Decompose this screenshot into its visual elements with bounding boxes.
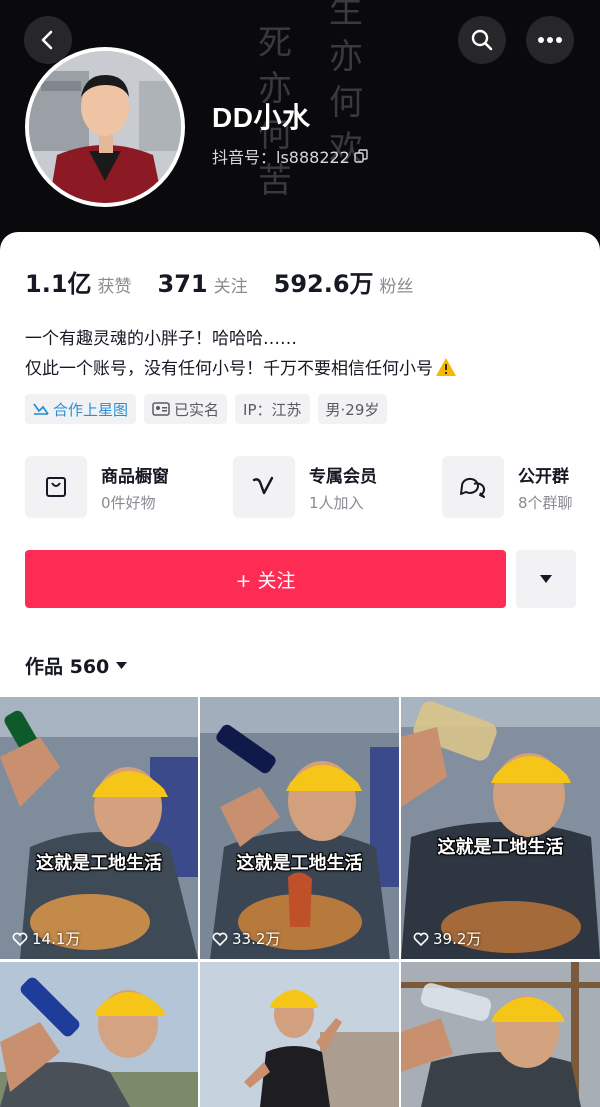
video-tile[interactable]: 这就是工地生活 14.1万 xyxy=(0,697,198,959)
works-grid: 这就是工地生活 14.1万 这就是工地生活 33.2万 这就是工地生活 39.2… xyxy=(0,697,600,1107)
avatar-photo xyxy=(29,51,181,203)
copy-icon[interactable] xyxy=(354,149,368,163)
douyin-id[interactable]: 抖音号：ls888222 xyxy=(212,144,368,168)
svc-icon-box xyxy=(442,456,504,518)
ip-location-tag: IP：江苏 xyxy=(235,394,310,424)
video-likes: 33.2万 xyxy=(212,928,280,949)
profile-header: 死 亦 何 苦 生 亦 何 欢 DD小水 抖音号：ls888222 xyxy=(0,0,600,250)
video-likes: 39.2万 xyxy=(413,928,481,949)
likes-label[interactable]: 获赞 xyxy=(98,272,132,297)
profile-tags: 合作上星图 已实名 IP：江苏 男·29岁 xyxy=(25,394,388,424)
more-dots-icon xyxy=(538,37,562,43)
works-tab-label: 作品 560 xyxy=(25,656,110,678)
services-row: 商品橱窗 0件好物 专属会员 1人加入 公开群 8个群聊 xyxy=(25,456,585,522)
shop-window-entry[interactable]: 商品橱窗 0件好物 xyxy=(25,456,169,518)
service-subtitle: 0件好物 xyxy=(101,493,156,512)
video-thumbnail xyxy=(401,962,600,1107)
video-likes: 14.1万 xyxy=(12,928,80,949)
public-group-entry[interactable]: 公开群 8个群聊 xyxy=(442,456,573,518)
heart-outline-icon xyxy=(12,932,28,946)
chat-bubbles-icon xyxy=(460,477,486,498)
douyin-id-text: 抖音号：ls888222 xyxy=(212,148,350,167)
likes-count[interactable]: 1.1亿 xyxy=(25,264,92,299)
following-count[interactable]: 371 xyxy=(158,270,208,298)
video-tile[interactable] xyxy=(401,962,600,1107)
star-map-icon xyxy=(33,403,49,415)
heart-outline-icon xyxy=(413,932,429,946)
stats-row: 1.1亿 获赞 371 关注 592.6万 粉丝 xyxy=(25,264,440,299)
service-title: 公开群 xyxy=(518,466,569,487)
svc-icon-box xyxy=(233,456,295,518)
chevron-left-icon xyxy=(41,30,53,50)
followers-count[interactable]: 592.6万 xyxy=(274,264,374,299)
video-thumbnail xyxy=(0,697,198,959)
video-thumbnail xyxy=(200,697,399,959)
video-tile[interactable]: 这就是工地生活 39.2万 xyxy=(401,697,600,959)
followers-label[interactable]: 粉丝 xyxy=(380,272,414,297)
works-tab[interactable]: 作品 560 xyxy=(25,652,128,679)
video-thumbnail xyxy=(200,962,399,1107)
gender-age-tag: 男·29岁 xyxy=(317,394,388,424)
follow-label: + 关注 xyxy=(235,569,296,592)
svc-icon-box xyxy=(25,456,87,518)
bio-line-2: 仅此一个账号，没有任何小号！千万不要相信任何小号 xyxy=(25,354,457,384)
caret-down-icon xyxy=(540,575,552,583)
video-thumbnail xyxy=(401,697,600,959)
service-title: 商品橱窗 xyxy=(101,466,169,487)
star-map-tag[interactable]: 合作上星图 xyxy=(25,394,137,424)
caret-down-icon xyxy=(116,662,128,669)
bio-line-1: 一个有趣灵魂的小胖子！哈哈哈…… xyxy=(25,329,297,349)
video-tile[interactable] xyxy=(200,962,399,1107)
following-label[interactable]: 关注 xyxy=(214,272,248,297)
id-card-icon xyxy=(152,402,170,416)
service-title: 专属会员 xyxy=(309,466,377,487)
service-subtitle: 1人加入 xyxy=(309,493,364,512)
warning-icon xyxy=(436,358,456,376)
heart-outline-icon xyxy=(212,932,228,946)
video-tile[interactable] xyxy=(0,962,198,1107)
video-thumbnail xyxy=(0,962,198,1107)
verified-tag[interactable]: 已实名 xyxy=(144,394,228,424)
v-badge-icon xyxy=(252,476,274,495)
more-recommend-button[interactable] xyxy=(516,550,576,608)
bio: 一个有趣灵魂的小胖子！哈哈哈…… 仅此一个账号，没有任何小号！千万不要相信任何小… xyxy=(25,324,457,384)
nickname: DD小水 xyxy=(212,102,311,133)
video-caption: 这就是工地生活 xyxy=(236,853,363,874)
service-subtitle: 8个群聊 xyxy=(518,493,573,512)
search-icon xyxy=(471,29,493,51)
video-tile[interactable]: 这就是工地生活 33.2万 xyxy=(200,697,399,959)
bag-icon xyxy=(46,477,66,497)
avatar[interactable] xyxy=(25,47,185,207)
more-options-button[interactable] xyxy=(526,16,574,64)
membership-entry[interactable]: 专属会员 1人加入 xyxy=(233,456,377,518)
follow-button[interactable]: + 关注 xyxy=(25,550,506,608)
video-caption: 这就是工地生活 xyxy=(437,837,564,858)
video-caption: 这就是工地生活 xyxy=(36,853,162,874)
search-button[interactable] xyxy=(458,16,506,64)
